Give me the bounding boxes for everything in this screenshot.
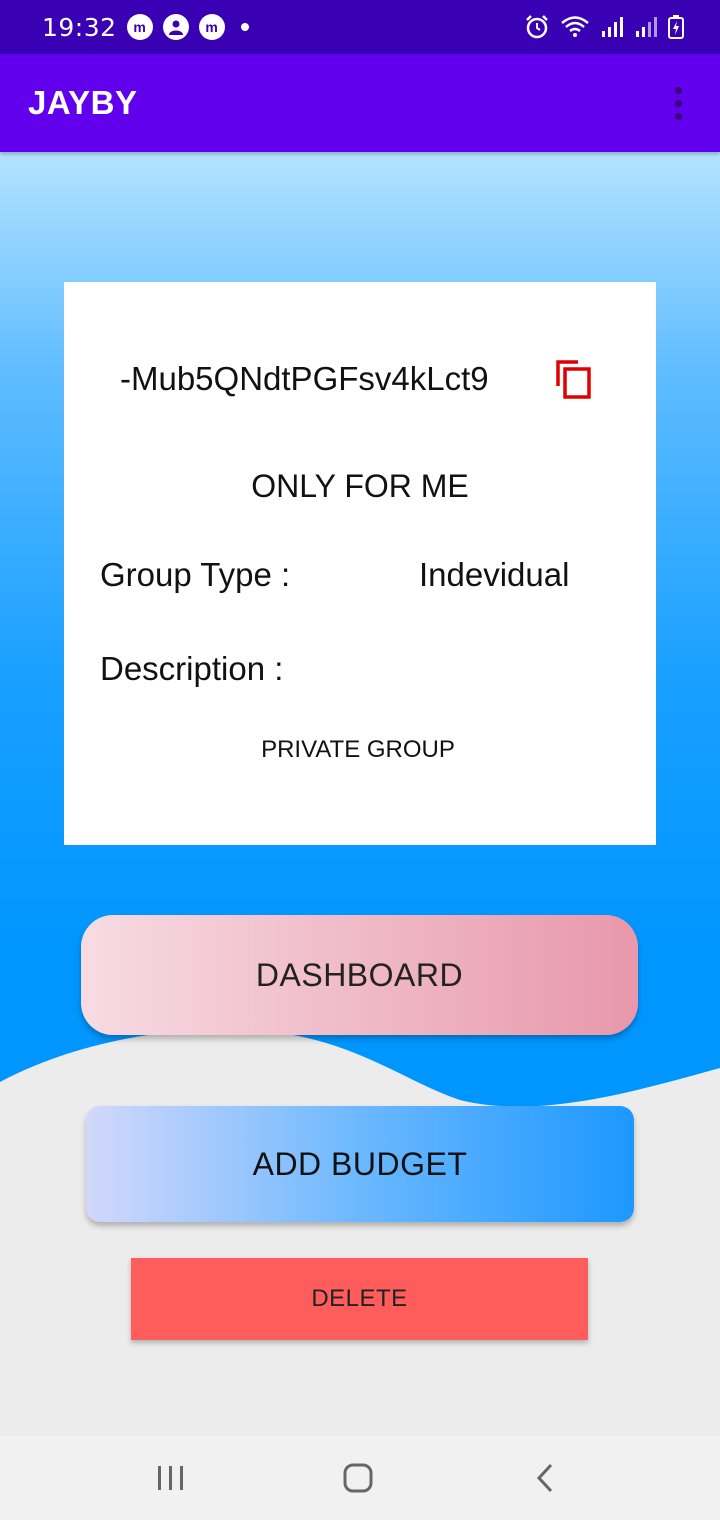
delete-button[interactable]: DELETE — [131, 1258, 588, 1340]
alarm-icon — [526, 15, 548, 39]
messenger-icon: m — [126, 14, 153, 40]
group-card: -Mub5QNdtPGFsv4kLct9 ONLY FOR ME Group T… — [64, 282, 656, 845]
status-left: 19:32 m m — [42, 13, 249, 42]
app-bar: JAYBY — [0, 54, 720, 152]
messenger-icon: m — [198, 14, 225, 40]
signal-icon — [636, 17, 657, 37]
copy-icon[interactable] — [554, 358, 594, 400]
signal-icon — [602, 17, 623, 37]
account-icon — [162, 14, 189, 40]
group-id: -Mub5QNdtPGFsv4kLct9 — [120, 360, 489, 397]
dashboard-button[interactable]: DASHBOARD — [81, 915, 638, 1035]
add-budget-button[interactable]: ADD BUDGET — [86, 1106, 634, 1222]
more-notifications-icon — [240, 23, 249, 31]
description-label: Description : — [100, 650, 284, 687]
status-bar: 19:32 m m — [0, 0, 720, 54]
recent-apps-icon[interactable] — [140, 1454, 200, 1502]
group-type-label: Group Type : — [100, 556, 291, 593]
group-type-value: Indevidual — [419, 556, 570, 593]
nav-bar — [0, 1436, 720, 1520]
background-wave — [0, 1029, 720, 1440]
status-time: 19:32 — [42, 12, 117, 42]
description-value: PRIVATE GROUP — [261, 736, 455, 763]
group-name: ONLY FOR ME — [251, 468, 469, 504]
app-title: JAYBY — [28, 84, 138, 121]
wifi-icon — [561, 16, 589, 37]
battery-icon — [668, 15, 684, 39]
more-vert-icon[interactable] — [667, 81, 690, 126]
home-icon[interactable] — [328, 1454, 388, 1502]
screen: 19:32 m m JAYBY -Mub5QNdtPGFsv4kLct9 ONL… — [0, 0, 720, 1520]
status-right — [524, 14, 684, 40]
back-icon[interactable] — [516, 1454, 576, 1502]
